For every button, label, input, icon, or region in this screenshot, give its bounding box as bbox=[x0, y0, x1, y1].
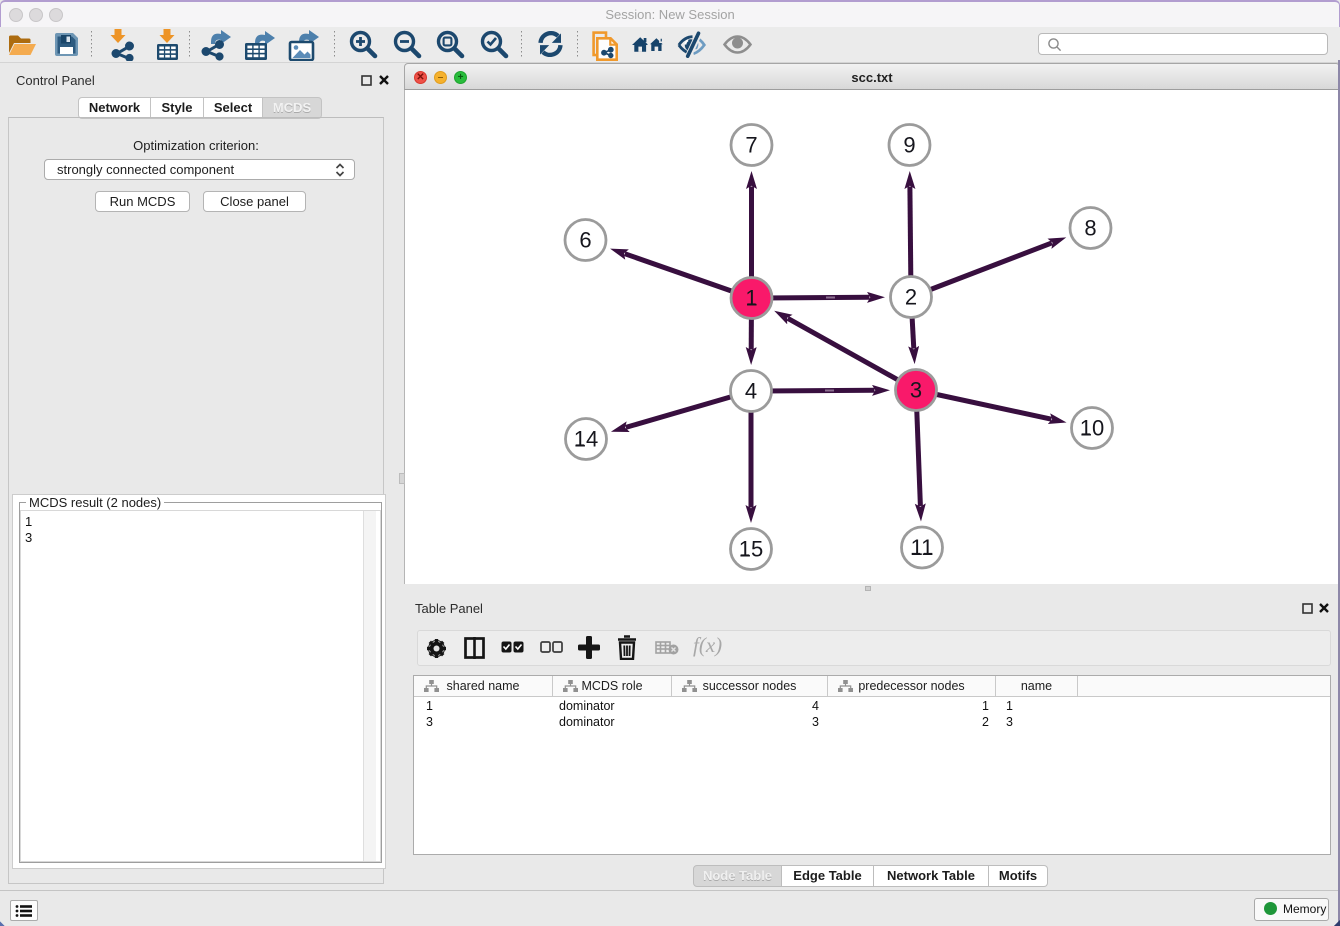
svg-text:1: 1 bbox=[745, 286, 757, 311]
svg-text:8: 8 bbox=[1084, 216, 1096, 241]
svg-text:7: 7 bbox=[745, 133, 757, 158]
svg-text:11: 11 bbox=[911, 535, 934, 560]
svg-text:6: 6 bbox=[579, 228, 591, 253]
svg-text:4: 4 bbox=[745, 379, 757, 404]
svg-text:10: 10 bbox=[1080, 416, 1104, 441]
svg-text:2: 2 bbox=[905, 285, 917, 310]
svg-text:3: 3 bbox=[910, 378, 922, 403]
svg-text:14: 14 bbox=[574, 427, 598, 452]
svg-text:9: 9 bbox=[903, 133, 915, 158]
svg-text:15: 15 bbox=[739, 537, 763, 562]
